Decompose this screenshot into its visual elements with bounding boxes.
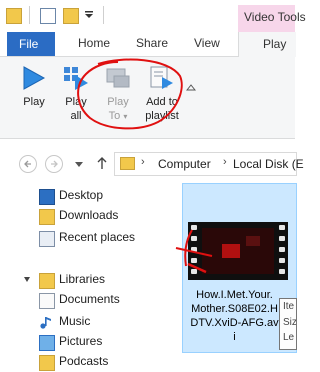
annotation-circle <box>77 58 183 130</box>
video-frame-detail <box>222 244 240 258</box>
breadcrumb-local-disk[interactable]: Local Disk (E <box>233 157 304 171</box>
new-folder-icon[interactable] <box>63 8 79 24</box>
file-name-line: How.I.Met.Your. <box>196 289 273 301</box>
up-arrow-icon[interactable] <box>96 156 108 170</box>
back-arrow-icon <box>24 160 31 168</box>
recent-locations-icon[interactable] <box>74 160 84 168</box>
pictures-icon <box>39 335 55 351</box>
tab-home[interactable]: Home <box>78 36 110 50</box>
play-button-label: Play <box>23 96 45 108</box>
recent-places-icon <box>39 231 55 247</box>
nav-item-libraries[interactable]: Libraries <box>0 270 175 290</box>
nav-item-music[interactable]: Music <box>0 312 175 332</box>
film-perforation <box>279 269 285 274</box>
forward-button[interactable] <box>45 155 63 173</box>
file-name: How.I.Met.Your. Mother.S08E02.H DTV.XviD… <box>182 288 287 344</box>
podcasts-icon <box>39 355 55 371</box>
address-bar[interactable]: › Computer › Local Disk (E <box>114 152 304 176</box>
nav-item-downloads[interactable]: Downloads <box>0 206 175 226</box>
contextual-tab-label: Video Tools <box>244 10 306 24</box>
breadcrumb-separator-icon[interactable]: › <box>141 156 145 168</box>
nav-item-recent-places[interactable]: Recent places <box>0 228 175 248</box>
film-perforation <box>279 258 285 263</box>
nav-item-documents[interactable]: Documents <box>0 290 175 310</box>
film-perforation <box>279 225 285 230</box>
nav-item-pictures[interactable]: Pictures <box>0 332 175 352</box>
back-button[interactable] <box>19 155 37 173</box>
video-frame-detail <box>246 236 260 246</box>
breadcrumb-computer[interactable]: Computer <box>158 157 211 171</box>
film-perforation <box>279 236 285 241</box>
annotation-arrow <box>175 229 213 274</box>
nav-item-label: Documents <box>59 292 120 306</box>
folder-icon[interactable] <box>6 8 22 24</box>
nav-item-label: Libraries <box>59 272 106 286</box>
forward-arrow-icon <box>51 160 58 168</box>
properties-icon[interactable] <box>40 8 56 24</box>
customize-quick-access-icon[interactable] <box>83 10 95 20</box>
tab-share[interactable]: Share <box>136 36 168 50</box>
file-name-line: DTV.XviD-AFG.av <box>190 317 279 329</box>
tab-play-label: Play <box>263 37 287 51</box>
tooltip-line: Le <box>283 332 295 343</box>
nav-item-label: Downloads <box>59 208 119 222</box>
tab-view[interactable]: View <box>194 36 220 50</box>
nav-item-label: Desktop <box>59 188 104 202</box>
play-button[interactable]: Play <box>16 57 52 135</box>
tab-file[interactable]: File <box>7 32 55 56</box>
file-tooltip: Ite Siz Le <box>279 298 297 350</box>
documents-icon <box>39 293 55 309</box>
nav-item-label: Music <box>59 314 91 328</box>
contextual-tab-group-video-tools: Video Tools <box>238 5 306 32</box>
libraries-icon <box>39 273 55 289</box>
toolbar-separator <box>29 6 30 24</box>
file-name-line: Mother.S08E02.H <box>191 303 278 315</box>
chevron-down-icon[interactable] <box>23 275 31 285</box>
tab-play[interactable]: Play <box>238 32 296 57</box>
tab-file-label: File <box>19 37 39 51</box>
downloads-icon <box>39 209 55 225</box>
nav-item-podcasts[interactable]: Podcasts <box>0 352 175 372</box>
music-icon <box>40 317 51 329</box>
tooltip-line: Ite <box>283 301 295 312</box>
breadcrumb-separator-icon[interactable]: › <box>223 156 227 168</box>
desktop-icon <box>39 189 55 205</box>
nav-item-desktop[interactable]: Desktop <box>0 186 175 206</box>
nav-item-label: Pictures <box>59 334 103 348</box>
nav-item-label: Recent places <box>59 230 136 244</box>
file-name-line: i <box>233 331 236 343</box>
film-perforation <box>279 247 285 252</box>
folder-icon <box>120 157 135 170</box>
tooltip-line: Siz <box>283 317 297 328</box>
play-icon <box>23 66 46 90</box>
toolbar-separator <box>103 6 104 24</box>
